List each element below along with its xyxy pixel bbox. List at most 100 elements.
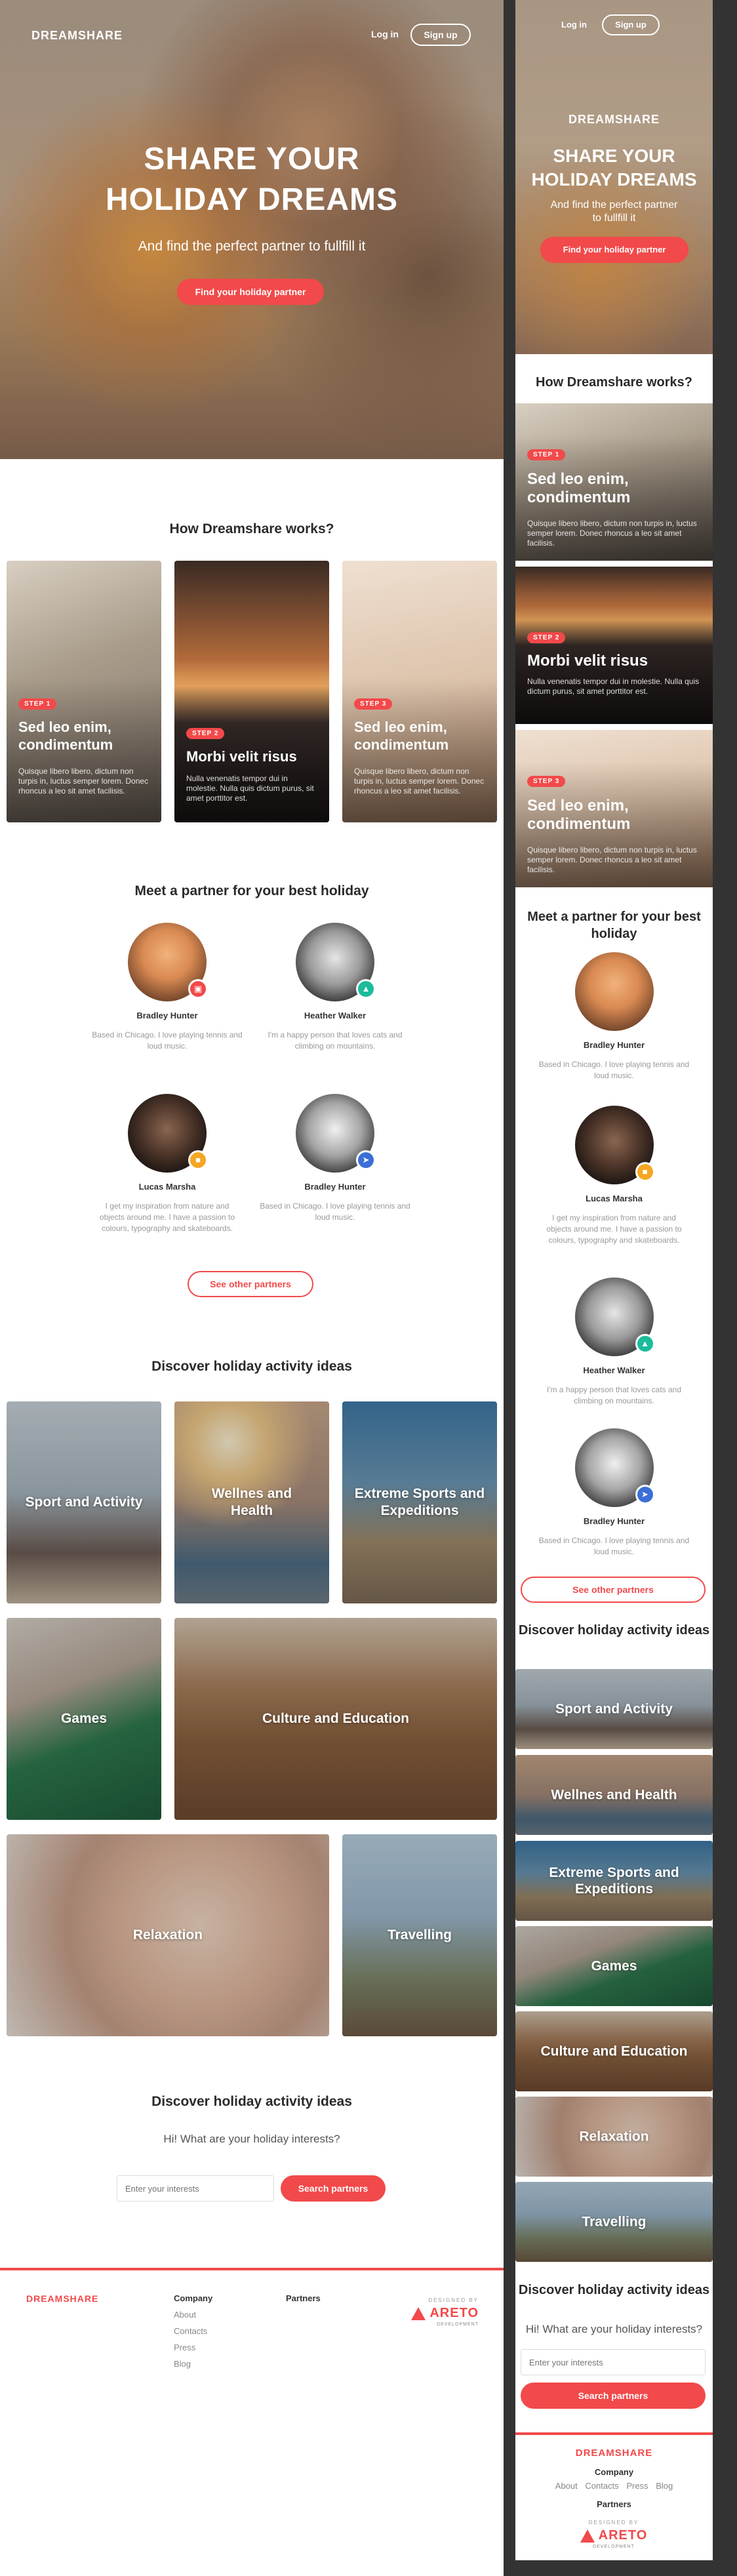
step-card-1[interactable]: STEP 1 Sed leo enim, condimentum Quisque… <box>515 403 713 561</box>
activity-title: Travelling <box>387 1927 452 1942</box>
partner-desc: Based in Chicago. I love playing tennis … <box>92 1030 243 1051</box>
activity-card-extreme[interactable]: Extreme Sports and Expeditions <box>342 1401 497 1603</box>
brand-logo[interactable]: DREAMSHARE <box>515 113 713 127</box>
interests-input[interactable] <box>117 2175 274 2202</box>
avatar: ▲ <box>574 1278 655 1356</box>
partner-card[interactable]: ■ Lucas Marsha I get my inspiration from… <box>515 1106 713 1246</box>
search-partners-button[interactable]: Search partners <box>281 2175 386 2202</box>
footer-partners-title[interactable]: Partners <box>515 2499 713 2509</box>
step-label: STEP 1 <box>18 698 57 710</box>
activity-card-culture[interactable]: Culture and Education <box>174 1618 497 1820</box>
lock-icon: ■ <box>188 1150 208 1170</box>
footer-link-about[interactable]: About <box>555 2481 578 2491</box>
areto-wordmark: ARETO <box>429 2306 479 2320</box>
activity-card-culture[interactable]: Culture and Education <box>515 2011 713 2091</box>
partners-title: Meet a partner for your best holiday <box>134 883 369 898</box>
activity-title: Extreme Sports and Expeditions <box>549 1865 679 1897</box>
activity-title: Culture and Education <box>262 1711 409 1726</box>
interests-title: Discover holiday activity ideas <box>518 2283 710 2297</box>
activity-title: Wellnes and Health <box>211 1486 292 1518</box>
footer-partners-title[interactable]: Partners <box>286 2293 321 2303</box>
footer-link-contacts[interactable]: Contacts <box>585 2481 618 2491</box>
activity-card-games[interactable]: Games <box>515 1926 713 2006</box>
avatar: ➤ <box>296 1094 376 1173</box>
footer-link-press[interactable]: Press <box>174 2343 212 2352</box>
partner-desc: I get my inspiration from nature and obj… <box>546 1213 682 1245</box>
signup-button[interactable]: Sign up <box>602 14 660 35</box>
find-partner-button[interactable]: Find your holiday partner <box>540 237 688 263</box>
interests-title: Discover holiday activity ideas <box>151 2094 352 2109</box>
areto-triangle-icon <box>411 2306 426 2320</box>
find-partner-button[interactable]: Find your holiday partner <box>177 279 324 305</box>
designed-by-label: DESIGNED BY <box>588 2520 639 2526</box>
footer-links: About Contacts Press Blog <box>515 2481 713 2491</box>
activity-card-wellness[interactable]: Wellnes and Health <box>515 1755 713 1835</box>
footer-link-about[interactable]: About <box>174 2310 212 2320</box>
footer-company: Company About Contacts Press Blog <box>174 2293 212 2369</box>
partner-name: Bradley Hunter <box>583 1040 645 1050</box>
designed-by-label: DESIGNED BY <box>428 2297 479 2303</box>
footer-link-contacts[interactable]: Contacts <box>174 2326 212 2336</box>
areto-logo[interactable]: DESIGNED BY ARETO DEVELOPMENT <box>400 2297 479 2327</box>
search-partners-button[interactable]: Search partners <box>521 2383 706 2409</box>
footer-logo[interactable]: DREAMSHARE <box>515 2447 713 2459</box>
mountain-icon: ▲ <box>356 979 376 999</box>
mobile-frame: Log in Sign up DREAMSHARE SHARE YOUR HOL… <box>504 0 737 2576</box>
step-title: Sed leo enim, condimentum <box>354 719 449 753</box>
footer-link-blog[interactable]: Blog <box>656 2481 673 2491</box>
partner-card[interactable]: ▣ Bradley Hunter Based in Chicago. I lov… <box>92 923 243 1052</box>
partner-card[interactable]: ■ Lucas Marsha I get my inspiration from… <box>92 1094 243 1234</box>
activity-card-wellness[interactable]: Wellnes and Health <box>174 1401 329 1603</box>
login-link[interactable]: Log in <box>371 29 399 39</box>
areto-logo[interactable]: DESIGNED BY ARETO DEVELOPMENT <box>574 2520 653 2549</box>
step-card-2[interactable]: STEP 2 Morbi velit risus Nulla venenatis… <box>174 561 329 822</box>
partner-card[interactable]: ➤ Bradley Hunter Based in Chicago. I lov… <box>260 1094 410 1223</box>
activity-card-games[interactable]: Games <box>7 1618 161 1820</box>
activity-card-travelling[interactable]: Travelling <box>515 2182 713 2262</box>
areto-mark: ARETO <box>400 2306 479 2321</box>
partner-card[interactable]: ▲ Heather Walker I'm a happy person that… <box>515 1278 713 1407</box>
activity-title: Sport and Activity <box>555 1701 673 1717</box>
interests-question: Hi! What are your holiday interests? <box>163 2133 340 2145</box>
step-desc: Quisque libero libero, dictum non turpis… <box>354 767 485 795</box>
see-other-partners-button[interactable]: See other partners <box>521 1577 706 1603</box>
avatar: ■ <box>128 1094 208 1173</box>
step-card-3[interactable]: STEP 3 Sed leo enim, condimentum Quisque… <box>342 561 497 822</box>
partners-title: Meet a partner for your best holiday <box>527 910 701 941</box>
partner-name: Bradley Hunter <box>136 1011 198 1020</box>
mountain-icon: ▲ <box>635 1334 655 1354</box>
activity-card-sport[interactable]: Sport and Activity <box>515 1669 713 1749</box>
step-card-3[interactable]: STEP 3 Sed leo enim, condimentum Quisque… <box>515 730 713 887</box>
activity-card-relaxation[interactable]: Relaxation <box>7 1834 329 2036</box>
activity-title: Games <box>591 1958 637 1974</box>
activity-card-sport[interactable]: Sport and Activity <box>7 1401 161 1603</box>
partner-card[interactable]: ▲ Heather Walker I'm a happy person that… <box>260 923 410 1052</box>
partner-card[interactable]: ➤ Bradley Hunter Based in Chicago. I lov… <box>515 1428 713 1558</box>
partner-desc: I'm a happy person that loves cats and c… <box>546 1385 682 1405</box>
step-card-1[interactable]: STEP 1 Sed leo enim, condimentum Quisque… <box>7 561 161 822</box>
signup-button[interactable]: Sign up <box>410 24 471 46</box>
activity-title: Games <box>60 1711 108 1726</box>
activity-title: Sport and Activity <box>25 1495 143 1510</box>
interests-input[interactable] <box>521 2349 706 2375</box>
footer-link-press[interactable]: Press <box>626 2481 648 2491</box>
partner-desc: Based in Chicago. I love playing tennis … <box>538 1060 690 1080</box>
step-title: Sed leo enim, condimentum <box>527 470 631 506</box>
see-other-partners-button[interactable]: See other partners <box>188 1271 313 1297</box>
areto-triangle-icon <box>580 2529 595 2543</box>
step-desc: Quisque libero libero, dictum non turpis… <box>18 767 149 795</box>
step-title: Morbi velit risus <box>527 652 648 670</box>
footer-logo[interactable]: DREAMSHARE <box>26 2293 98 2304</box>
step-card-2[interactable]: STEP 2 Morbi velit risus Nulla venenatis… <box>515 567 713 724</box>
partner-card[interactable]: Bradley Hunter Based in Chicago. I love … <box>515 952 713 1081</box>
partner-desc: Based in Chicago. I love playing tennis … <box>538 1536 690 1556</box>
activity-card-relaxation[interactable]: Relaxation <box>515 2097 713 2177</box>
activity-card-extreme[interactable]: Extreme Sports and Expeditions <box>515 1841 713 1921</box>
footer-company-title: Company <box>594 2467 634 2477</box>
brand-logo[interactable]: DREAMSHARE <box>31 29 123 43</box>
login-link[interactable]: Log in <box>561 20 587 30</box>
partner-desc: I'm a happy person that loves cats and c… <box>268 1030 403 1051</box>
activity-card-travelling[interactable]: Travelling <box>342 1834 497 2036</box>
partner-name: Lucas Marsha <box>586 1194 643 1203</box>
footer-link-blog[interactable]: Blog <box>174 2359 212 2369</box>
